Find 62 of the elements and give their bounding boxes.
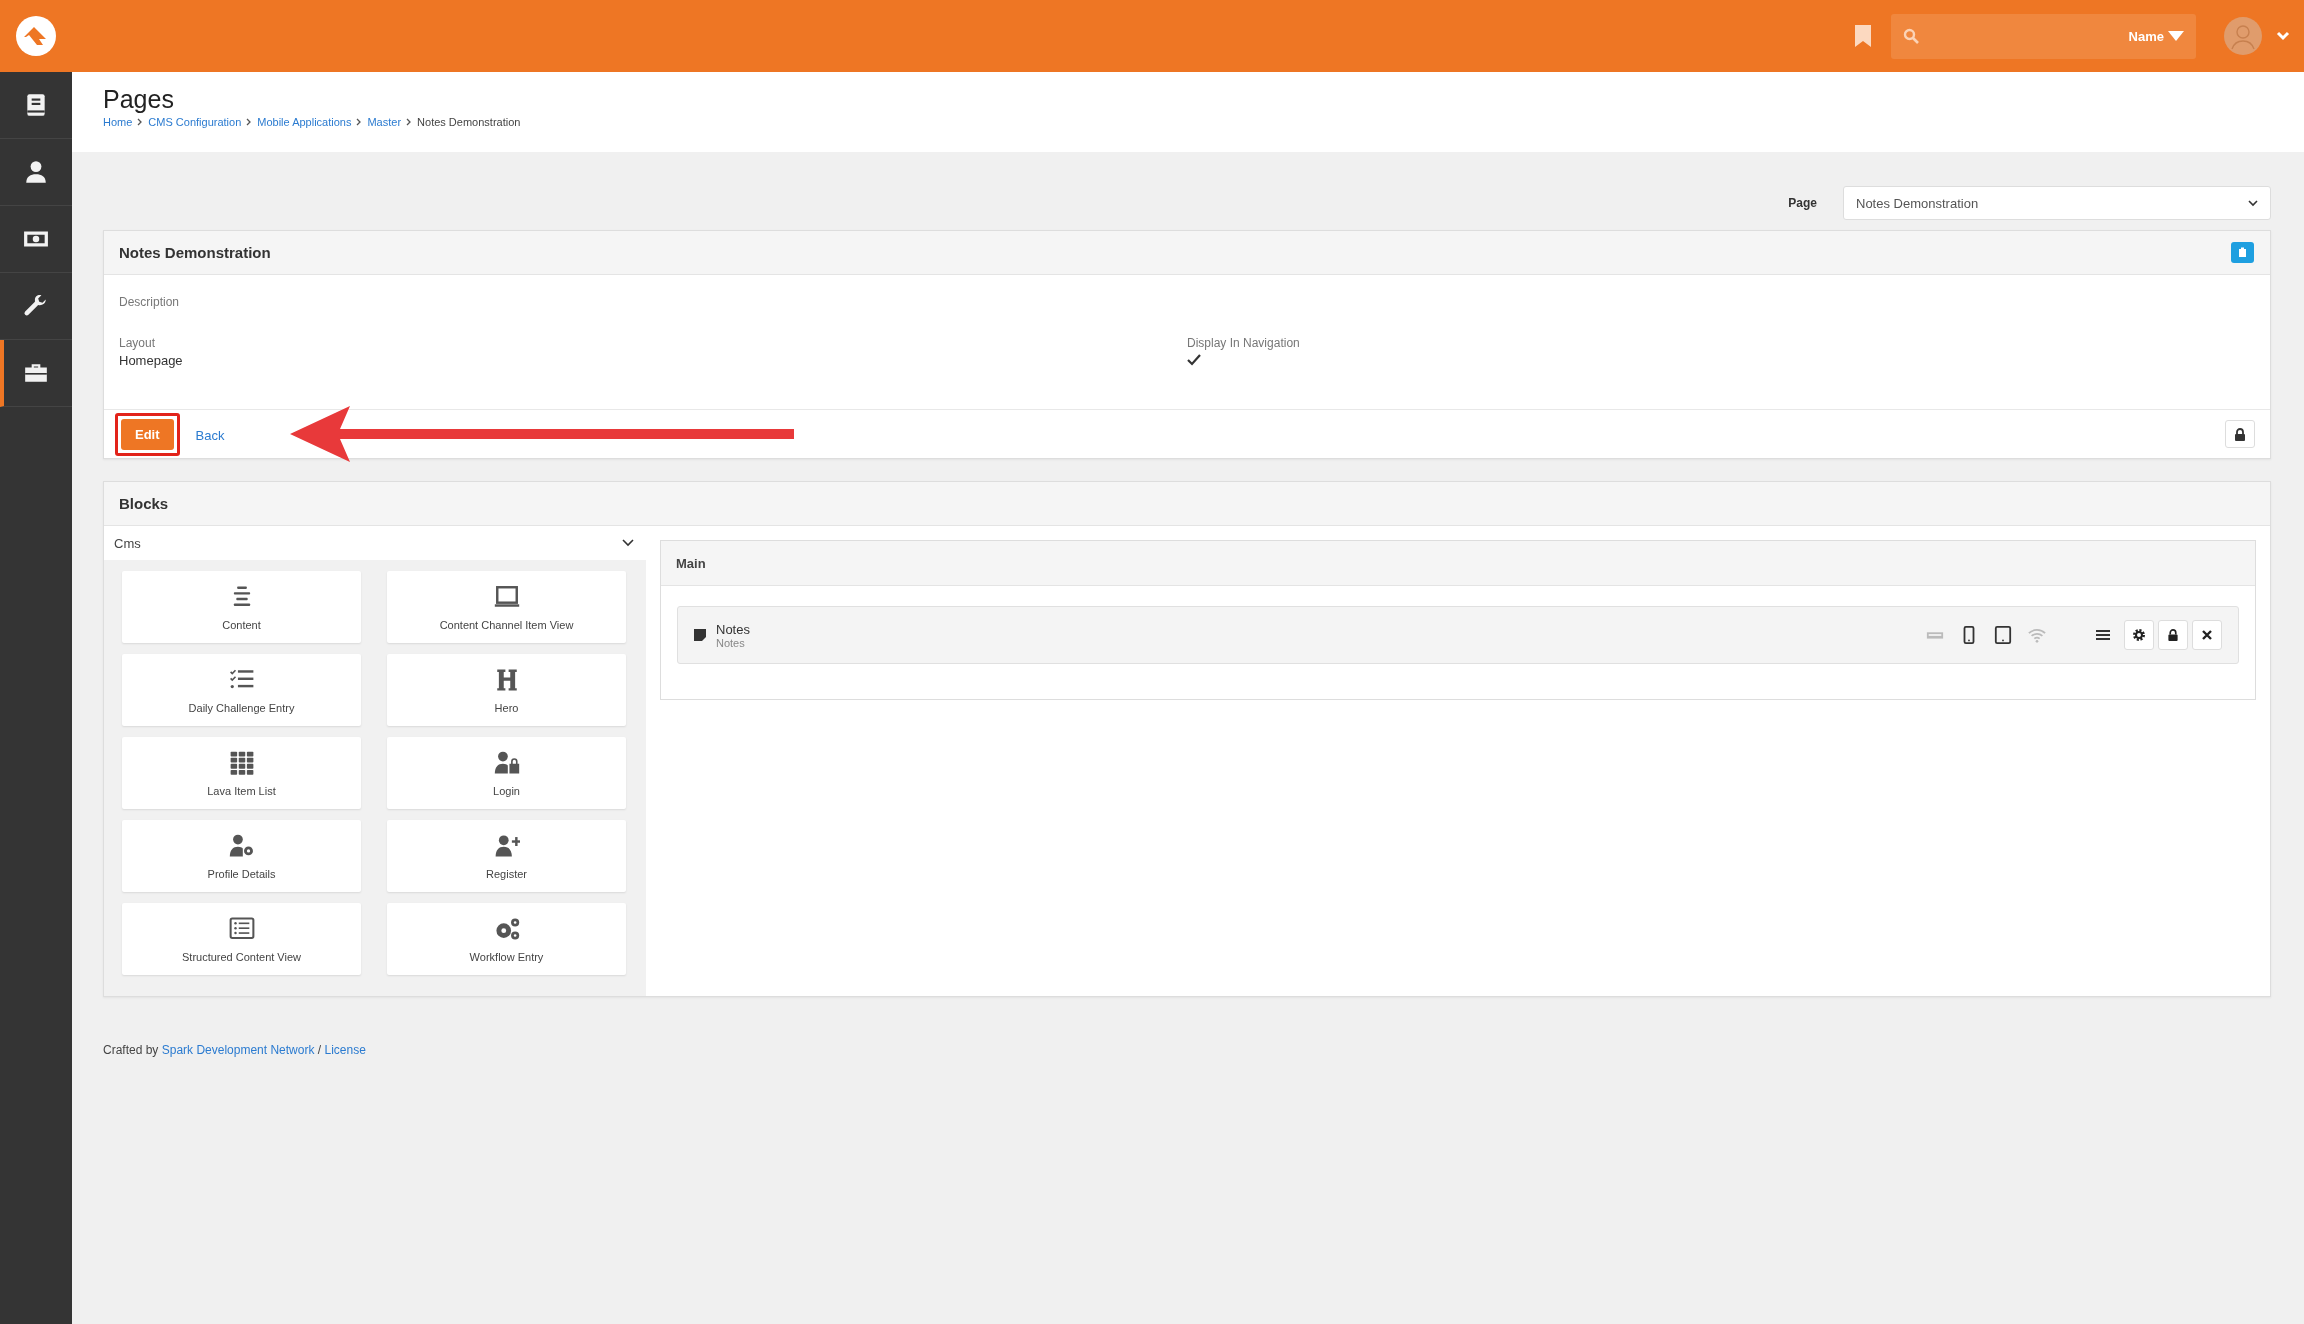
panel-title: Notes Demonstration [119,244,272,261]
block-type-tile[interactable]: Structured Content View [122,903,361,975]
block-type-tile[interactable]: Lava Item List [122,737,361,809]
block-row[interactable]: Notes Notes [677,606,2239,664]
zone-title: Main [676,555,706,571]
chevron-down-icon[interactable] [2276,31,2290,41]
block-type-tile[interactable]: Profile Details [122,820,361,892]
field-label: Display In Navigation [1187,336,1301,350]
page-select[interactable]: Notes Demonstration [1843,186,2271,220]
field-label: Description [119,295,181,309]
block-type-tile[interactable]: Content [122,571,361,643]
settings-button[interactable] [2124,620,2154,650]
back-link[interactable]: Back [195,425,225,443]
lock-icon [2234,427,2246,441]
footer-credit: Crafted by Spark Development Network / License [103,1043,367,1057]
block-type-tile[interactable]: Register [387,820,626,892]
chevron-right-icon [356,117,363,126]
breadcrumb-link[interactable]: Mobile Applications [257,115,352,128]
laptop-icon [493,583,520,610]
block-type-tile[interactable]: Content Channel Item View [387,571,626,643]
block-type-tile[interactable]: Login [387,737,626,809]
block-type: Notes [716,636,746,649]
close-icon [2201,629,2213,641]
security-button[interactable] [2158,620,2188,650]
block-type-tile[interactable]: Daily Challenge Entry [122,654,361,726]
chevron-right-icon [246,117,253,126]
user-gear-icon [228,832,255,859]
breadcrumb-link[interactable]: Notes Demonstration [417,115,521,128]
clipboard-icon [2238,247,2247,258]
chevron-down-icon [622,539,634,547]
page-label: Page [1788,196,1817,210]
breadcrumb-link[interactable]: CMS Configuration [148,115,242,128]
search-icon [1903,28,1919,44]
page-title: Pages [103,86,175,114]
grid-icon [228,749,255,776]
security-button[interactable] [2225,420,2255,448]
block-type-tile[interactable]: Hero [387,654,626,726]
field-value: Homepage [119,353,184,368]
panel-title: Blocks [119,495,170,512]
license-link[interactable]: License [324,1043,366,1057]
user-plus-icon [493,832,520,859]
menu-icon[interactable] [2096,629,2110,641]
person-icon [23,159,49,185]
note-icon [694,629,706,641]
credit-link[interactable]: Spark Development Network [161,1043,315,1057]
chevron-right-icon [406,117,413,126]
field-label: Layout [119,336,157,350]
gears-icon [493,915,520,942]
lock-icon [2167,629,2179,641]
block-type-tile[interactable]: Workflow Entry [387,903,626,975]
breadcrumb-link[interactable]: Home [103,115,133,128]
list-box-icon [228,915,255,942]
user-lock-icon [493,749,520,776]
chevron-right-icon [137,117,144,126]
block-name: Notes [716,621,751,637]
breadcrumb-link[interactable]: Master [367,115,402,128]
copy-button[interactable] [2231,242,2254,263]
gear-icon [2133,629,2145,641]
close-button[interactable] [2192,620,2222,650]
chevron-down-icon [2248,199,2258,207]
category-dropdown[interactable]: Cms [104,526,646,560]
logo-icon[interactable] [15,15,57,57]
